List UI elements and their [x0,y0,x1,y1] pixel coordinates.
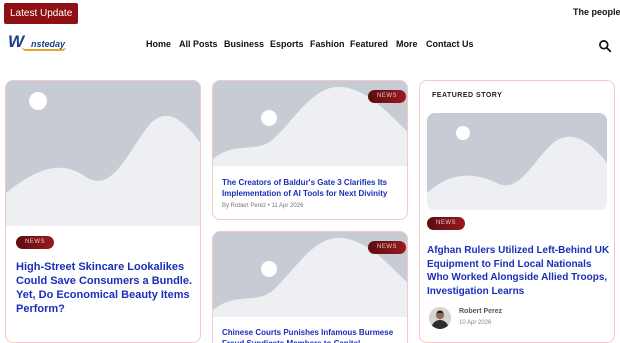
featured-title[interactable]: Afghan Rulers Utilized Left-Behind UK Eq… [427,244,613,298]
nav-home[interactable]: Home [146,39,171,49]
article-author[interactable]: By Robert Perez [222,203,266,209]
article-meta: By Robert Perez • 11 Apr 2026 [222,203,303,209]
nav-business[interactable]: Business [224,39,264,49]
article-title[interactable]: Chinese Courts Punishes Infamous Burmese… [222,327,404,343]
featured-date: 10 Apr 2026 [459,320,492,326]
featured-image-placeholder[interactable] [427,113,607,210]
site-logo[interactable]: W nsteday [8,32,72,53]
nav-contact-us[interactable]: Contact Us [426,39,474,49]
featured-story-heading: FEATURED STORY [432,92,503,99]
nav-featured[interactable]: Featured [350,39,388,49]
nav-more[interactable]: More [396,39,418,49]
article-card-skincare[interactable]: NEWS High-Street Skincare Lookalikes Cou… [5,80,201,343]
article-image-placeholder[interactable] [6,81,200,226]
news-badge[interactable]: NEWS [368,241,406,254]
author-name[interactable]: Robert Perez [459,308,502,315]
article-title[interactable]: High-Street Skincare Lookalikes Could Sa… [16,260,198,316]
article-card-baldurs-gate[interactable]: NEWS The Creators of Baldur's Gate 3 Cla… [212,80,408,220]
article-card-chinese-courts[interactable]: NEWS Chinese Courts Punishes Infamous Bu… [212,231,408,343]
latest-update-label: Latest Update [4,3,79,24]
ticker-headline[interactable]: The people [573,7,620,17]
news-badge[interactable]: NEWS [16,236,54,249]
search-icon[interactable] [598,39,612,53]
logo-letter: W [8,32,24,51]
nav-all-posts[interactable]: All Posts [179,39,218,49]
author-avatar[interactable] [429,307,451,329]
nav-fashion[interactable]: Fashion [310,39,345,49]
latest-update-ticker: Latest Update The people [0,0,620,26]
nav-esports[interactable]: Esports [270,39,304,49]
logo-swoosh [22,47,66,51]
featured-news-badge[interactable]: NEWS [427,217,465,230]
article-date: 11 Apr 2026 [271,203,304,209]
news-badge[interactable]: NEWS [368,90,406,103]
article-title[interactable]: The Creators of Baldur's Gate 3 Clarifie… [222,177,404,199]
